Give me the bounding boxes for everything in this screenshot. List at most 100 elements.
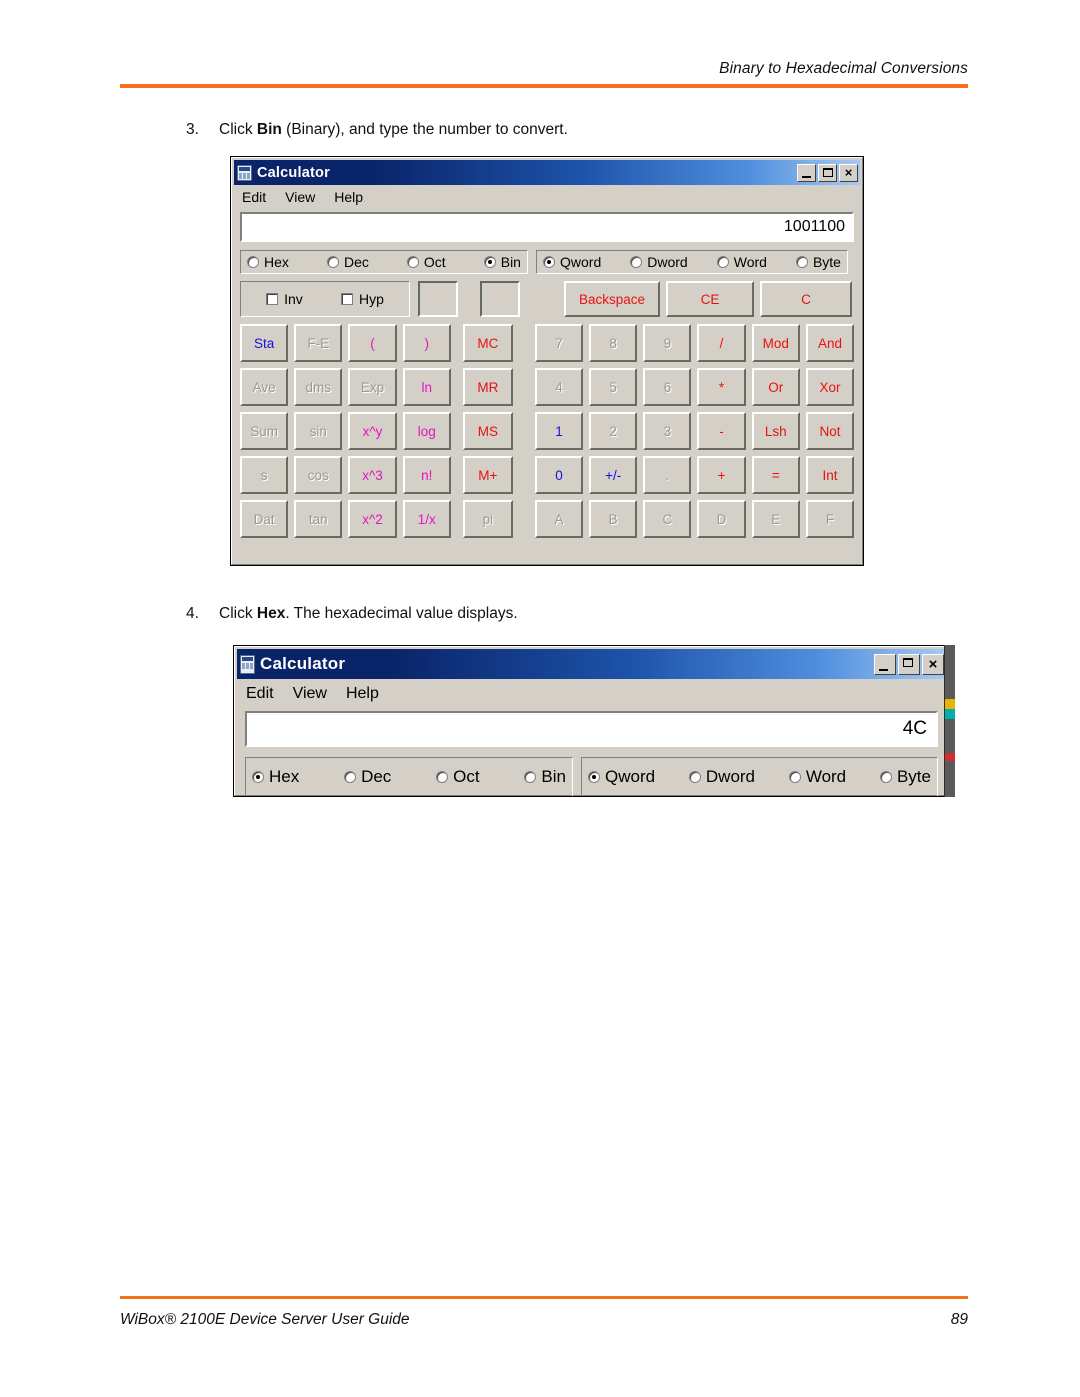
blank-indicator-box-1 <box>418 281 458 317</box>
key-equals[interactable]: = <box>751 456 800 494</box>
mode-groups: Hex Dec Oct Bin Qword Dword Word Byte <box>240 250 854 274</box>
key-and[interactable]: And <box>805 324 855 362</box>
key-minus[interactable]: - <box>697 412 746 450</box>
radio-dec[interactable]: Dec <box>344 767 391 787</box>
radio-oct[interactable]: Oct <box>436 767 480 787</box>
key-sta[interactable]: Sta <box>240 324 289 362</box>
key-cos: cos <box>294 456 343 494</box>
key-2: 2 <box>589 412 638 450</box>
menu-item-help[interactable]: Help <box>332 188 372 206</box>
radio-oct[interactable]: Oct <box>406 254 446 270</box>
keypad-row: s cos x^3 n! M+ 0 +/-. + = Int <box>240 456 855 494</box>
maximize-icon[interactable] <box>898 653 920 675</box>
word-size-group: Qword Dword Word Byte <box>581 757 938 796</box>
title-bar-hex[interactable]: Calculator × <box>237 649 946 679</box>
radio-qword[interactable]: Qword <box>588 767 655 787</box>
radio-dword[interactable]: Dword <box>688 767 755 787</box>
key-mc[interactable]: MC <box>462 324 513 362</box>
radio-bin[interactable]: Bin <box>524 767 566 787</box>
key-1[interactable]: 1 <box>534 412 584 450</box>
window-scrollbar-strip[interactable] <box>944 645 955 797</box>
calculator-window-scientific[interactable]: Calculator × Edit View Help 1001100 Hex D… <box>230 156 864 566</box>
step-3-number: 3. <box>186 121 199 138</box>
mode-groups-hex: Hex Dec Oct Bin Qword Dword Word Byte <box>245 757 938 796</box>
radio-word[interactable]: Word <box>716 254 767 270</box>
key-4: 4 <box>534 368 584 406</box>
close-icon[interactable]: × <box>922 653 944 675</box>
key-log[interactable]: log <box>402 412 451 450</box>
key-lsh[interactable]: Lsh <box>751 412 800 450</box>
key-1-x[interactable]: 1/x <box>402 500 451 538</box>
maximize-icon[interactable] <box>818 163 837 182</box>
window-controls: × <box>797 163 858 182</box>
radio-dec[interactable]: Dec <box>326 254 369 270</box>
number-base-group: Hex Dec Oct Bin <box>245 757 573 796</box>
running-header-title: Binary to Hexadecimal Conversions <box>719 60 968 77</box>
calculator-hex-inner-frame: Calculator × Edit View Help 4C Hex Dec Oct… <box>234 646 949 796</box>
button-ce[interactable]: CE <box>666 281 754 317</box>
key-b: B <box>589 500 638 538</box>
key-divide[interactable]: / <box>697 324 746 362</box>
key-plusdivideminus[interactable]: +/- <box>589 456 638 494</box>
key-0[interactable]: 0 <box>534 456 584 494</box>
key-m[interactable]: M+ <box>462 456 513 494</box>
checkbox-inv[interactable]: Inv <box>266 291 303 307</box>
key-[interactable]: ( <box>348 324 397 362</box>
key-mr[interactable]: MR <box>462 368 513 406</box>
title-bar[interactable]: Calculator × <box>234 160 860 185</box>
window-title: Calculator <box>257 164 330 181</box>
close-icon[interactable]: × <box>839 163 858 182</box>
keypad-row: Sum sin x^y log MS 1 2 3- Lsh Not <box>240 412 855 450</box>
radio-label: Bin <box>541 767 566 786</box>
key-not[interactable]: Not <box>805 412 855 450</box>
minimize-icon[interactable] <box>797 163 816 182</box>
radio-byte[interactable]: Byte <box>795 254 841 270</box>
key-x-y[interactable]: x^y <box>348 412 397 450</box>
key-plus[interactable]: + <box>697 456 746 494</box>
checkbox-box-icon <box>266 293 279 305</box>
key-ln[interactable]: ln <box>402 368 451 406</box>
window-title: Calculator <box>260 654 346 673</box>
step-4-bold: Hex <box>256 605 286 622</box>
button-backspace[interactable]: Backspace <box>564 281 660 317</box>
key-sin: sin <box>294 412 343 450</box>
key-6: 6 <box>643 368 692 406</box>
radio-hex[interactable]: Hex <box>252 767 299 787</box>
menu-item-view[interactable]: View <box>291 684 336 704</box>
key-mod[interactable]: Mod <box>751 324 800 362</box>
key-[interactable]: ) <box>402 324 451 362</box>
radio-label: Byte <box>896 767 931 786</box>
key-e: E <box>751 500 800 538</box>
key-or[interactable]: Or <box>751 368 800 406</box>
radio-dot-icon <box>436 771 449 783</box>
menu-item-view[interactable]: View <box>283 188 324 206</box>
radio-byte[interactable]: Byte <box>879 767 931 787</box>
key-int[interactable]: Int <box>805 456 855 494</box>
radio-qword[interactable]: Qword <box>543 254 601 270</box>
key-x-3[interactable]: x^3 <box>348 456 397 494</box>
step-4-number: 4. <box>186 605 199 622</box>
menu-item-edit[interactable]: Edit <box>244 684 283 704</box>
key-n[interactable]: n! <box>402 456 451 494</box>
checkbox-hyp[interactable]: Hyp <box>340 291 384 307</box>
keypad: Sta F-E() MC 7 8 9/Mod And Ave dms Exp ln MR 4 5 6 * Or X… <box>240 324 855 538</box>
calculator-window-hex[interactable]: Calculator × Edit View Help 4C Hex Dec Oct… <box>233 645 950 797</box>
key-multiply[interactable]: * <box>697 368 746 406</box>
radio-word[interactable]: Word <box>788 767 846 787</box>
minimize-icon[interactable] <box>874 653 896 675</box>
radio-hex[interactable]: Hex <box>247 254 289 270</box>
key-ms[interactable]: MS <box>462 412 513 450</box>
button-c[interactable]: C <box>760 281 852 317</box>
checkbox-label: Hyp <box>358 291 384 307</box>
menu-item-help[interactable]: Help <box>344 684 388 704</box>
radio-dot-icon <box>630 256 643 268</box>
key-x-2[interactable]: x^2 <box>348 500 397 538</box>
radio-dword[interactable]: Dword <box>630 254 688 270</box>
key-5: 5 <box>589 368 638 406</box>
calculator-app-icon <box>240 654 255 674</box>
inv-hyp-group: Inv Hyp <box>240 281 410 317</box>
radio-dot-icon <box>588 771 600 783</box>
key-xor[interactable]: Xor <box>805 368 855 406</box>
radio-bin[interactable]: Bin <box>483 254 521 270</box>
menu-item-edit[interactable]: Edit <box>240 188 275 206</box>
